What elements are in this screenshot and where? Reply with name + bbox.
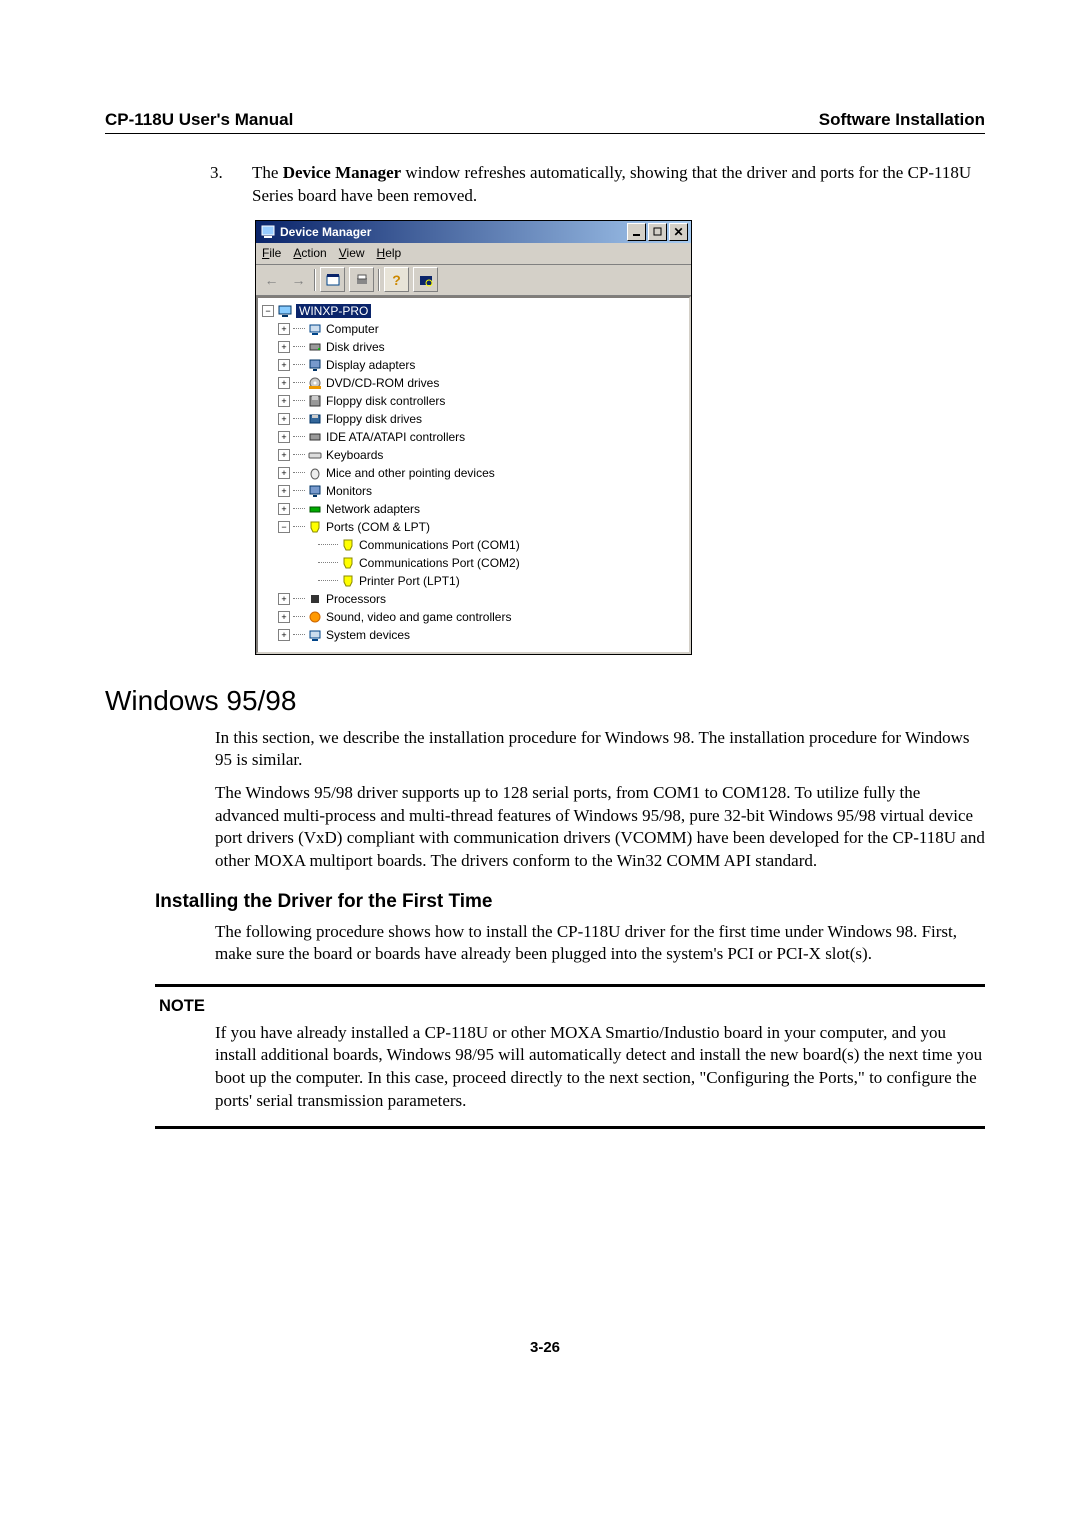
sys-icon (307, 627, 323, 643)
expand-icon[interactable]: + (278, 593, 290, 605)
mon-icon (307, 483, 323, 499)
port-icon (340, 537, 356, 553)
expand-icon[interactable]: + (278, 413, 290, 425)
tree-item[interactable]: Communications Port (COM1) (359, 538, 520, 552)
tree-item[interactable]: Monitors (326, 484, 372, 498)
scan-hardware-icon[interactable] (413, 267, 438, 292)
expand-icon[interactable]: + (278, 503, 290, 515)
tree-item[interactable]: Keyboards (326, 448, 383, 462)
dvd-icon (307, 375, 323, 391)
forward-button[interactable]: → (287, 268, 310, 291)
window-titlebar[interactable]: Device Manager ✕ (256, 221, 691, 243)
step-3: 3. The Device Manager window refreshes a… (210, 162, 985, 208)
paragraph-2: The Windows 95/98 driver supports up to … (215, 782, 985, 872)
note-block: NOTE If you have already installed a CP-… (155, 984, 985, 1129)
tree-item[interactable]: System devices (326, 628, 410, 642)
menu-help[interactable]: Help (377, 246, 402, 260)
device-tree[interactable]: − WINXP-PRO + Computer + Disk drives + Displa… (256, 296, 691, 654)
disk-icon (307, 339, 323, 355)
collapse-icon[interactable]: − (262, 305, 274, 317)
tree-item[interactable]: Computer (326, 322, 379, 336)
tree-item[interactable]: Ports (COM & LPT) (326, 520, 430, 534)
mouse-icon (307, 465, 323, 481)
tree-item[interactable]: Processors (326, 592, 386, 606)
header-right: Software Installation (819, 110, 985, 130)
note-label: NOTE (159, 997, 985, 1016)
tree-item[interactable]: IDE ATA/ATAPI controllers (326, 430, 465, 444)
step-text: The Device Manager window refreshes auto… (252, 162, 985, 208)
note-text: If you have already installed a CP-118U … (215, 1022, 985, 1112)
floppyd-icon (307, 411, 323, 427)
computer-icon (277, 303, 293, 319)
tree-item[interactable]: Communications Port (COM2) (359, 556, 520, 570)
print-icon[interactable] (349, 267, 374, 292)
net-icon (307, 501, 323, 517)
tree-item[interactable]: Floppy disk controllers (326, 394, 445, 408)
tree-item[interactable]: Floppy disk drives (326, 412, 422, 426)
display-icon (307, 357, 323, 373)
tree-item[interactable]: Mice and other pointing devices (326, 466, 495, 480)
minimize-button[interactable] (627, 223, 646, 241)
expand-icon[interactable]: + (278, 629, 290, 641)
back-button[interactable]: ← (260, 268, 283, 291)
menu-file[interactable]: File (262, 246, 281, 260)
device-manager-window: Device Manager ✕ File Action View Help ←… (255, 220, 692, 655)
computer-icon (260, 224, 276, 240)
subsection-installing: Installing the Driver for the First Time (155, 891, 985, 913)
page-number: 3-26 (105, 1339, 985, 1356)
help-icon[interactable]: ? (384, 267, 409, 292)
page-header: CP-118U User's Manual Software Installat… (105, 110, 985, 134)
menu-action[interactable]: Action (293, 246, 326, 260)
expand-icon[interactable]: + (278, 377, 290, 389)
properties-icon[interactable] (320, 267, 345, 292)
expand-icon[interactable]: + (278, 341, 290, 353)
expand-icon[interactable]: + (278, 485, 290, 497)
collapse-icon[interactable]: − (278, 521, 290, 533)
tree-item[interactable]: DVD/CD-ROM drives (326, 376, 439, 390)
toolbar: ← → ? (256, 265, 691, 296)
expand-icon[interactable]: + (278, 467, 290, 479)
header-left: CP-118U User's Manual (105, 110, 293, 130)
ide-icon (307, 429, 323, 445)
window-title: Device Manager (280, 225, 371, 239)
tree-item[interactable]: Display adapters (326, 358, 415, 372)
expand-icon[interactable]: + (278, 323, 290, 335)
cpu-icon (307, 591, 323, 607)
menu-bar: File Action View Help (256, 243, 691, 265)
tree-root[interactable]: WINXP-PRO (296, 304, 371, 318)
maximize-button[interactable] (648, 223, 667, 241)
expand-icon[interactable]: + (278, 611, 290, 623)
sound-icon (307, 609, 323, 625)
expand-icon[interactable]: + (278, 395, 290, 407)
port-icon (340, 555, 356, 571)
expand-icon[interactable]: + (278, 431, 290, 443)
tree-item[interactable]: Printer Port (LPT1) (359, 574, 460, 588)
ports-icon (307, 519, 323, 535)
floppy-icon (307, 393, 323, 409)
paragraph-3: The following procedure shows how to ins… (215, 921, 985, 966)
kb-icon (307, 447, 323, 463)
expand-icon[interactable]: + (278, 359, 290, 371)
step-number: 3. (210, 162, 252, 208)
tree-item[interactable]: Disk drives (326, 340, 385, 354)
computer-icon (307, 321, 323, 337)
paragraph-1: In this section, we describe the install… (215, 727, 985, 772)
section-windows-9598: Windows 95/98 (105, 685, 985, 717)
close-button[interactable]: ✕ (669, 223, 688, 241)
expand-icon[interactable]: + (278, 449, 290, 461)
tree-item[interactable]: Network adapters (326, 502, 420, 516)
port-icon (340, 573, 356, 589)
menu-view[interactable]: View (339, 246, 365, 260)
tree-item[interactable]: Sound, video and game controllers (326, 610, 511, 624)
